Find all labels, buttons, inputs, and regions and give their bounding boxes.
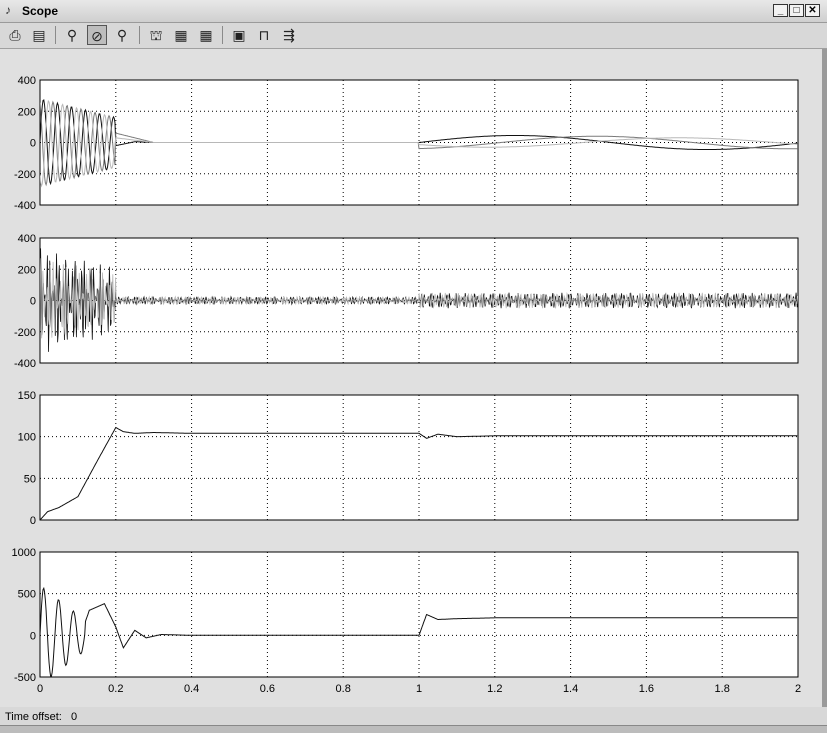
toolbar-separator <box>139 26 140 44</box>
close-button[interactable]: ✕ <box>805 4 820 17</box>
toolbar-separator <box>222 26 223 44</box>
scope-axes-2[interactable]: 400 200 0 -200 -400 <box>14 233 799 370</box>
x-tick-label: 0.4 <box>184 683 199 695</box>
scope-plots: 4002000-200-4004002000-200-4001501005001… <box>12 75 802 695</box>
scope-icon: ♪ <box>5 3 11 17</box>
time-offset-value: 0 <box>71 711 78 723</box>
x-tick-label: 2 <box>795 683 801 695</box>
axes-frame <box>39 394 799 521</box>
window-title: Scope <box>22 4 59 18</box>
zoom-x-icon[interactable]: ⊘ <box>87 25 107 45</box>
y-tick-label: 400 <box>18 75 36 87</box>
time-offset-label: Time offset: <box>5 711 62 723</box>
y-tick-label: 0 <box>30 630 36 642</box>
x-tick-label: 0.2 <box>108 683 123 695</box>
y-tick-label: 100 <box>18 432 36 444</box>
y-tick-label: 500 <box>18 589 36 601</box>
x-tick-label: 1 <box>416 683 422 695</box>
axes-frame <box>39 551 799 678</box>
x-tick-label: 1.8 <box>715 683 730 695</box>
restore-axes-icon[interactable]: ▦ <box>196 25 216 45</box>
toolbar-separator <box>55 26 56 44</box>
parameters-icon[interactable]: ▤ <box>29 25 49 45</box>
y-tick-label: 1000 <box>12 547 36 559</box>
zoom-y-icon[interactable]: ⚲ <box>112 25 132 45</box>
y-tick-label: 200 <box>18 264 36 276</box>
x-tick-label: 1.6 <box>639 683 654 695</box>
y-tick-label: 200 <box>18 106 36 118</box>
plot-area: 400 200 0 -200 -400 400 200 0 -200 -400 150 100 50 0 1… <box>0 49 822 707</box>
y-tick-label: -200 <box>14 327 36 339</box>
maximize-button[interactable]: □ <box>789 4 804 17</box>
floating-scope-icon[interactable]: ▣ <box>229 25 249 45</box>
y-tick-label: -400 <box>14 200 36 212</box>
y-tick-label: 400 <box>18 233 36 245</box>
y-tick-label: -200 <box>14 169 36 181</box>
x-tick-label: 1.2 <box>487 683 502 695</box>
save-axes-icon[interactable]: ▦ <box>171 25 191 45</box>
y-tick-label: 0 <box>30 138 36 150</box>
y-tick-label: -500 <box>14 672 36 684</box>
print-icon[interactable]: ⎙ <box>5 25 25 45</box>
signal-selection-icon[interactable]: ⇶ <box>279 25 299 45</box>
x-tick-label: 0 <box>37 683 43 695</box>
scope-axes-3[interactable]: 150 100 50 0 <box>18 390 799 527</box>
y-tick-label: 0 <box>30 296 36 308</box>
lock-icon[interactable]: ⊓ <box>254 25 274 45</box>
y-tick-label: 50 <box>24 473 36 485</box>
y-tick-label: 150 <box>18 390 36 402</box>
scope-axes-1[interactable]: 400 200 0 -200 -400 <box>14 75 799 212</box>
scope-axes-4[interactable]: 10005000-5000 0.2 0.4 0.6 0.8 1 1.2 1.4 1.6 1.8 2 <box>12 547 802 695</box>
title-bar: ♪ Scope _ □ ✕ <box>0 0 827 23</box>
minimize-button[interactable]: _ <box>773 4 788 17</box>
window-edge <box>822 49 827 709</box>
autoscale-icon[interactable]: ⛫ <box>146 25 166 45</box>
x-tick-label: 0.8 <box>336 683 351 695</box>
x-tick-label: 0.6 <box>260 683 275 695</box>
y-tick-label: -400 <box>14 358 36 370</box>
x-tick-label: 1.4 <box>563 683 578 695</box>
toolbar: ⎙ ▤ ⚲ ⊘ ⚲ ⛫ ▦ ▦ ▣ ⊓ ⇶ ↘ <box>0 23 827 63</box>
y-tick-label: 0 <box>30 515 36 527</box>
zoom-icon[interactable]: ⚲ <box>62 25 82 45</box>
